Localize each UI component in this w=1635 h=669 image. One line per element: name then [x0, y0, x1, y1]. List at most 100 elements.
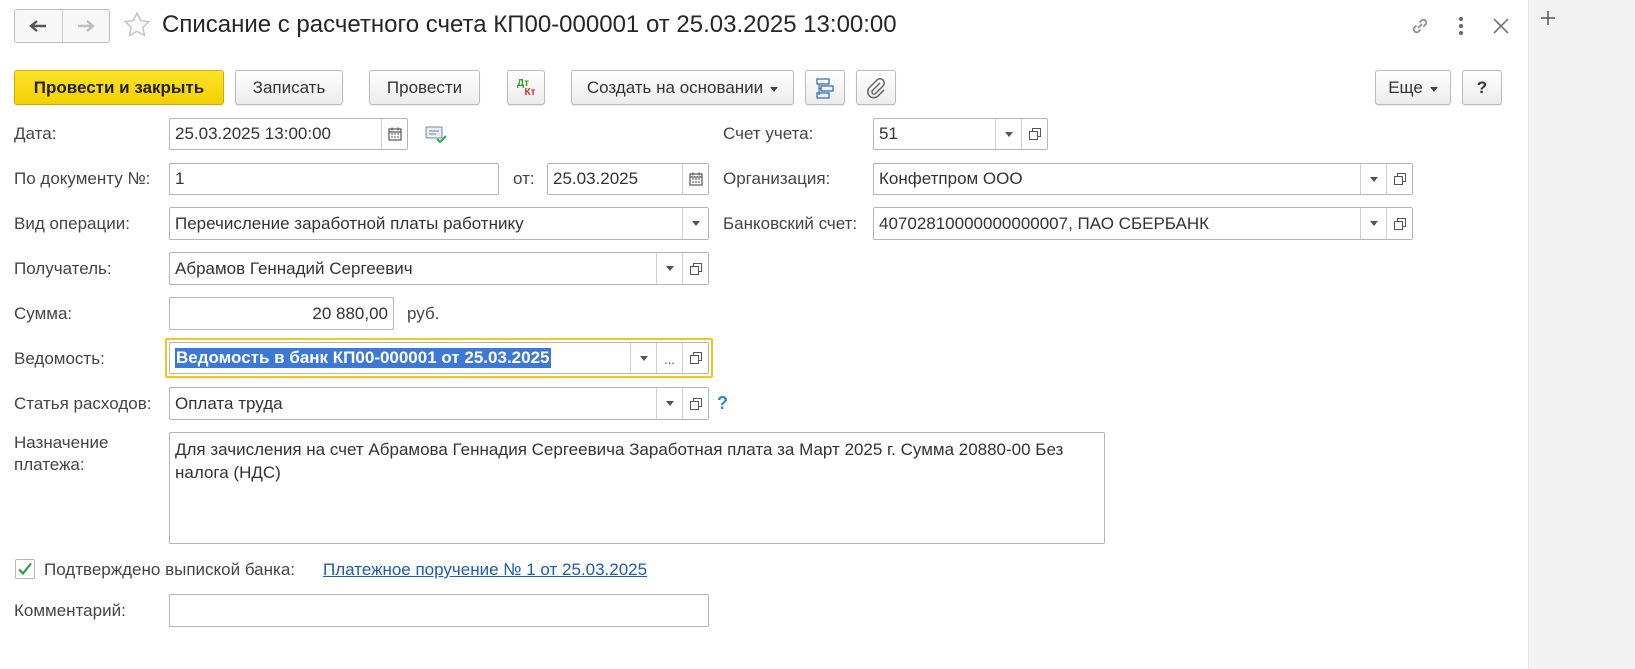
date-field[interactable]: 25.03.2025 13:00:00 — [169, 118, 408, 150]
more-label: Еще — [1388, 77, 1423, 97]
recipient-label: Получатель: — [14, 259, 112, 278]
date-value: 25.03.2025 13:00:00 — [175, 124, 331, 143]
kt-label: Кт — [524, 86, 536, 98]
organization-label: Организация: — [723, 169, 831, 188]
purpose-label-line2: платежа: — [14, 455, 85, 474]
currency-label: руб. — [407, 304, 440, 323]
confirmed-checkbox[interactable] — [15, 559, 35, 579]
amount-field[interactable]: 20 880,00 — [169, 297, 394, 330]
help-button[interactable]: ? — [1462, 70, 1502, 105]
doc-date-label: от: — [513, 169, 535, 188]
open-icon — [689, 262, 702, 275]
structure-button[interactable] — [805, 70, 845, 105]
statement-value: Ведомость в банк КП00-000001 от 25.03.20… — [175, 348, 551, 368]
statement-dropdown-button[interactable] — [630, 343, 656, 373]
chevron-down-icon — [1369, 176, 1378, 182]
doc-number-label: По документу №: — [14, 169, 151, 188]
create-based-on-label: Создать на основании — [586, 77, 764, 97]
chevron-down-icon — [1004, 131, 1013, 137]
expense-item-value: Оплата труда — [175, 393, 283, 413]
organization-value: Конфетпром ООО — [879, 169, 1023, 188]
operation-dropdown-button[interactable] — [682, 208, 708, 239]
open-icon — [689, 397, 702, 410]
chevron-down-icon — [665, 266, 674, 271]
account-label: Счет учета: — [723, 124, 814, 143]
statement-select-button[interactable]: ... — [656, 343, 682, 373]
calendar-icon — [688, 172, 703, 186]
create-based-on-button[interactable]: Создать на основании — [571, 70, 794, 105]
navigation-buttons — [14, 9, 110, 43]
post-button[interactable]: Провести — [369, 70, 480, 105]
save-button[interactable]: Записать — [235, 70, 343, 105]
purpose-label-line1: Назначение — [14, 433, 109, 452]
dt-kt-button[interactable]: Дт Кт — [507, 70, 545, 105]
organization-dropdown-button[interactable] — [1360, 164, 1386, 194]
bank-account-label: Банковский счет: — [723, 214, 858, 233]
account-value: 51 — [879, 124, 898, 143]
statement-open-button[interactable] — [682, 343, 708, 373]
calendar-button[interactable] — [682, 164, 708, 194]
operation-label: Вид операции: — [14, 214, 130, 233]
plus-icon[interactable] — [1538, 8, 1558, 28]
chevron-down-icon — [1369, 221, 1378, 226]
open-icon — [1393, 217, 1406, 230]
recipient-open-button[interactable] — [682, 253, 708, 284]
post-and-close-button[interactable]: Провести и закрыть — [14, 70, 224, 105]
back-button[interactable] — [15, 10, 62, 42]
expense-item-dropdown-button[interactable] — [656, 388, 682, 419]
organization-open-button[interactable] — [1386, 164, 1412, 194]
chevron-down-icon — [1429, 86, 1438, 92]
account-open-button[interactable] — [1021, 119, 1047, 149]
checkmark-icon — [18, 562, 32, 576]
purpose-textarea[interactable]: Для зачисления на счет Абрамова Геннадия… — [169, 432, 1105, 544]
more-vertical-icon[interactable] — [1452, 14, 1470, 38]
document-check-icon[interactable] — [425, 124, 447, 146]
favorite-star-icon[interactable] — [122, 10, 152, 40]
recipient-field[interactable]: Абрамов Геннадий Сергеевич — [169, 252, 709, 285]
operation-value: Перечисление заработной платы работнику — [175, 213, 524, 233]
comment-value — [170, 595, 708, 626]
open-icon — [1028, 128, 1041, 140]
back-arrow-icon — [29, 20, 47, 32]
calendar-button[interactable] — [381, 119, 407, 149]
doc-date-value: 25.03.2025 — [553, 169, 639, 188]
calendar-icon — [387, 127, 402, 141]
bank-account-field[interactable]: 40702810000000000007, ПАО СБЕРБАНК — [873, 207, 1413, 240]
close-icon[interactable] — [1489, 14, 1513, 38]
more-button[interactable]: Еще — [1375, 70, 1451, 105]
forward-arrow-icon — [77, 20, 95, 32]
attachment-button[interactable] — [856, 70, 896, 105]
recipient-dropdown-button[interactable] — [656, 253, 682, 284]
open-icon — [1393, 173, 1406, 185]
doc-number-value: 1 — [175, 169, 185, 188]
chevron-down-icon — [691, 221, 700, 226]
forward-button[interactable] — [61, 10, 109, 42]
comment-field[interactable] — [169, 594, 709, 627]
side-panel — [1528, 0, 1635, 669]
account-field[interactable]: 51 — [873, 118, 1048, 150]
comment-label: Комментарий: — [14, 601, 126, 620]
operation-field[interactable]: Перечисление заработной платы работнику — [169, 207, 709, 240]
statement-label: Ведомость: — [14, 349, 105, 368]
doc-number-field[interactable]: 1 — [169, 163, 499, 195]
recipient-value: Абрамов Геннадий Сергеевич — [175, 258, 413, 278]
open-icon — [689, 352, 702, 364]
expense-item-field[interactable]: Оплата труда — [169, 387, 709, 420]
bank-account-value: 40702810000000000007, ПАО СБЕРБАНК — [879, 213, 1210, 233]
payment-order-link[interactable]: Платежное поручение № 1 от 25.03.2025 — [323, 560, 647, 580]
confirmed-label: Подтверждено выпиской банка: — [44, 560, 295, 579]
structure-icon — [816, 77, 834, 99]
statement-field[interactable]: Ведомость в банк КП00-000001 от 25.03.20… — [169, 342, 709, 374]
expense-item-open-button[interactable] — [682, 388, 708, 419]
bank-account-open-button[interactable] — [1386, 208, 1412, 239]
chevron-down-icon — [770, 86, 779, 92]
bank-account-dropdown-button[interactable] — [1360, 208, 1386, 239]
amount-value: 20 880,00 — [312, 303, 388, 323]
organization-field[interactable]: Конфетпром ООО — [873, 163, 1413, 195]
chevron-down-icon — [639, 355, 648, 361]
link-icon[interactable] — [1408, 14, 1432, 38]
account-dropdown-button[interactable] — [995, 119, 1021, 149]
expense-item-label: Статья расходов: — [14, 394, 152, 413]
help-question-icon[interactable]: ? — [717, 393, 728, 414]
doc-date-field[interactable]: 25.03.2025 — [547, 163, 709, 195]
